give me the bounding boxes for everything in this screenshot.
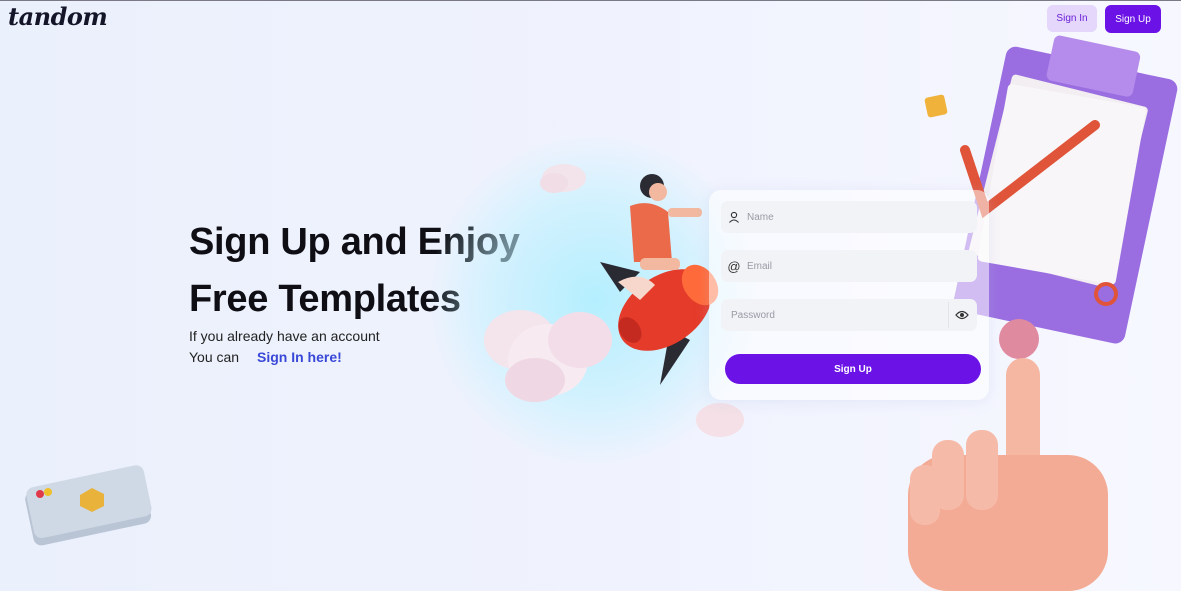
email-placeholder: Email — [747, 260, 773, 272]
submit-signup-button[interactable]: Sign Up — [725, 354, 981, 384]
email-field[interactable]: @ Email — [721, 250, 977, 282]
name-placeholder: Name — [747, 211, 774, 223]
hero-illustration — [25, 35, 1178, 591]
cloud-small-illustration — [696, 403, 744, 437]
user-icon — [721, 211, 747, 223]
rocket-smoke-cloud — [484, 310, 612, 402]
password-placeholder: Password — [731, 309, 775, 321]
cloud-illustration — [540, 164, 586, 193]
wallet-cards-illustration — [25, 465, 152, 546]
at-icon: @ — [727, 258, 741, 274]
password-field[interactable]: Password — [721, 299, 977, 331]
eye-icon[interactable] — [948, 302, 975, 328]
ball-illustration — [999, 319, 1039, 359]
name-field[interactable]: Name — [721, 201, 977, 233]
cube-illustration — [924, 94, 948, 118]
